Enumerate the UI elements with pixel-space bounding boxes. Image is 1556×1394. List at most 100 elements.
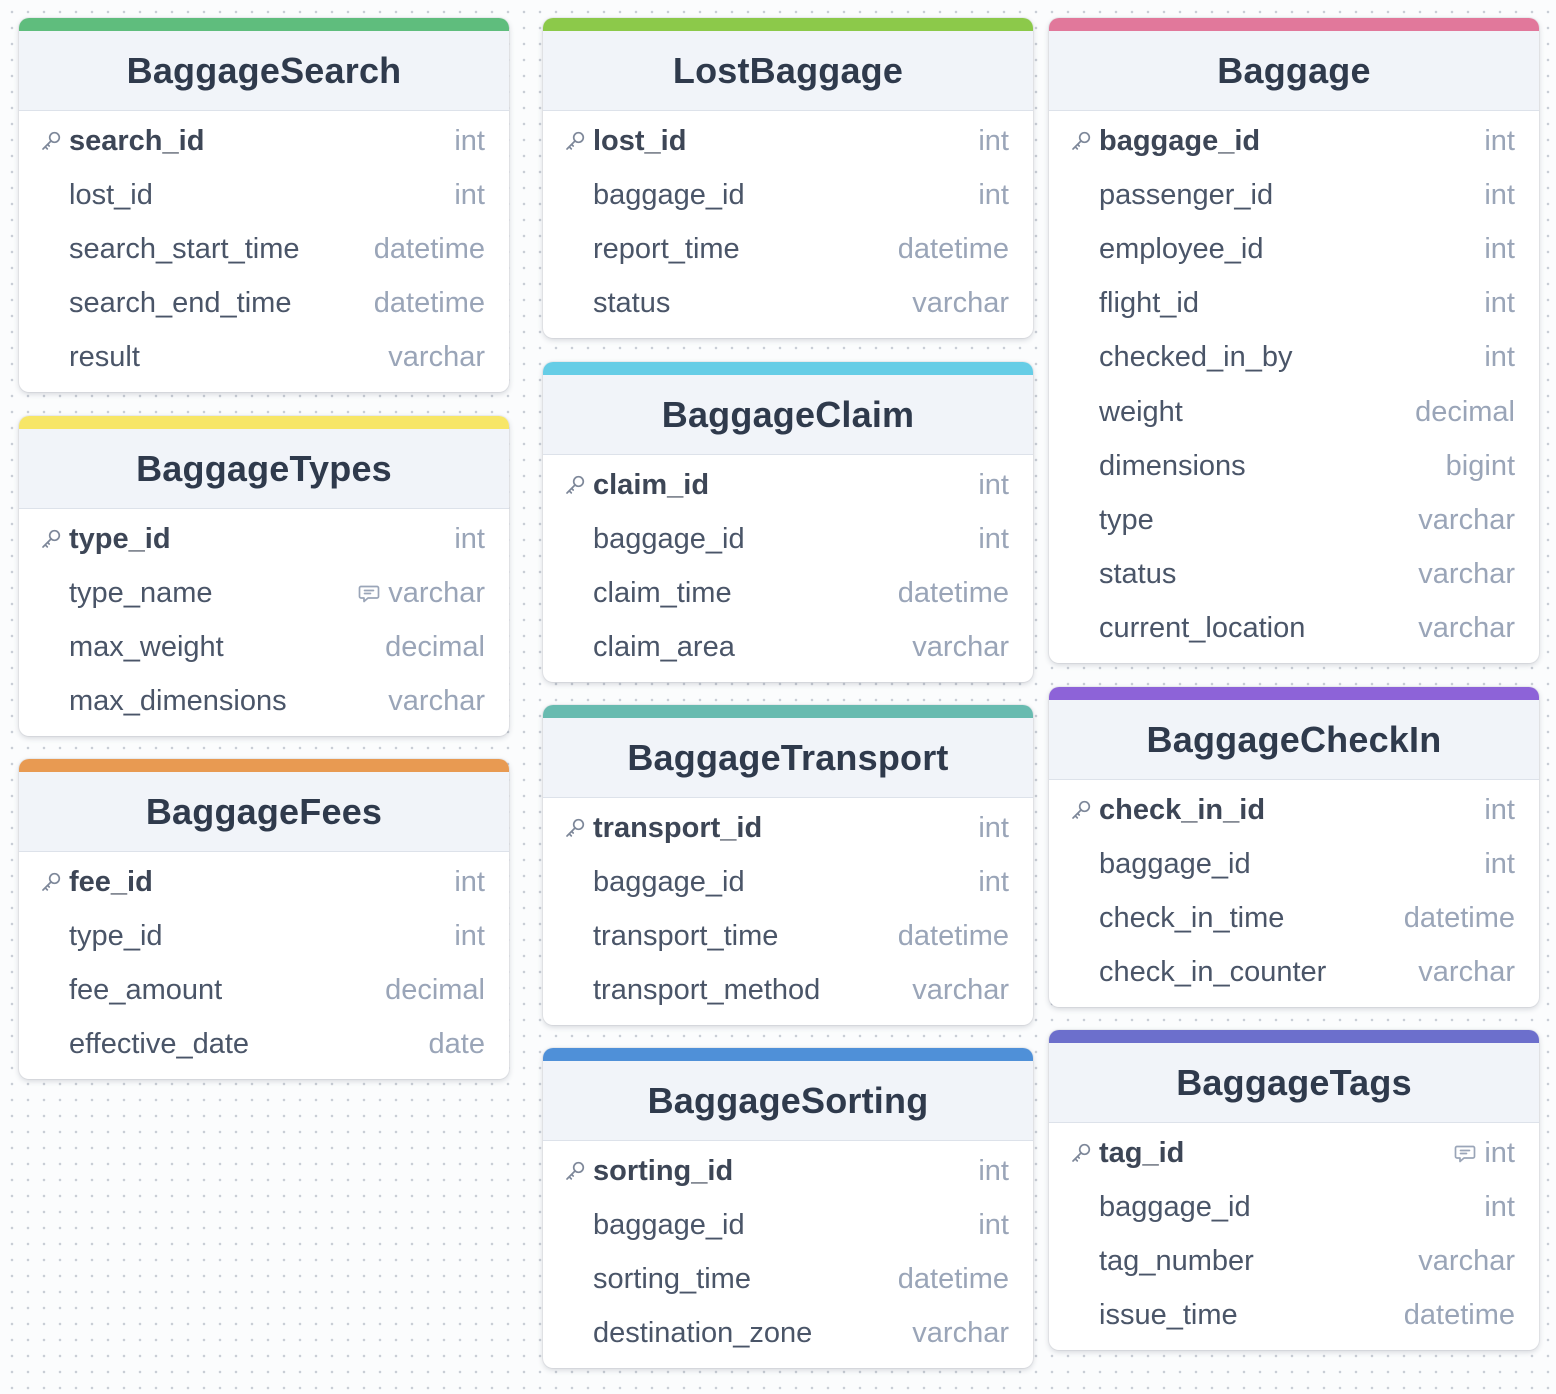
field-type-wrap: int bbox=[1484, 287, 1515, 320]
field-name: fee_id bbox=[69, 865, 153, 898]
field-row-tag-number[interactable]: tag_number varchar bbox=[1049, 1234, 1539, 1288]
table-baggage-search[interactable]: BaggageSearch search_id int lost_id int searc… bbox=[19, 18, 509, 392]
field-type: varchar bbox=[912, 1317, 1009, 1350]
field-row-status[interactable]: status varchar bbox=[543, 277, 1033, 331]
field-type-wrap: varchar bbox=[912, 287, 1009, 320]
field-row-search-end-time[interactable]: search_end_time datetime bbox=[19, 277, 509, 331]
field-type: varchar bbox=[388, 576, 485, 609]
table-header[interactable]: BaggageCheckIn bbox=[1049, 700, 1539, 780]
table-header[interactable]: BaggageTypes bbox=[19, 429, 509, 509]
field-row-baggage-id[interactable]: baggage_id int bbox=[543, 855, 1033, 909]
table-color-bar bbox=[1049, 1030, 1539, 1043]
field-row-fee-amount[interactable]: fee_amount decimal bbox=[19, 963, 509, 1017]
field-row-flight-id[interactable]: flight_id int bbox=[1049, 277, 1539, 331]
field-name: baggage_id bbox=[1099, 847, 1251, 880]
field-row-lost-id[interactable]: lost_id int bbox=[19, 168, 509, 222]
table-header[interactable]: BaggageSorting bbox=[543, 1061, 1033, 1141]
field-row-baggage-id[interactable]: baggage_id int bbox=[1049, 114, 1539, 168]
key-placeholder bbox=[1069, 1246, 1099, 1276]
field-row-current-location[interactable]: current_location varchar bbox=[1049, 602, 1539, 656]
field-type-wrap: int bbox=[978, 469, 1009, 502]
table-title: BaggageFees bbox=[145, 790, 383, 832]
table-baggage-transport[interactable]: BaggageTransport transport_id int baggage_i… bbox=[543, 705, 1033, 1025]
field-row-type-id[interactable]: type_id int bbox=[19, 512, 509, 566]
primary-key-icon bbox=[563, 470, 593, 500]
table-baggage-check-in[interactable]: BaggageCheckIn check_in_id int baggage_id in… bbox=[1049, 687, 1539, 1007]
table-header[interactable]: Baggage bbox=[1049, 31, 1539, 111]
table-baggage-tags[interactable]: BaggageTags tag_id int baggage_id int tag_num… bbox=[1049, 1030, 1539, 1350]
field-type-wrap: bigint bbox=[1446, 450, 1515, 483]
field-list: check_in_id int baggage_id int check_in_time… bbox=[1049, 780, 1539, 1007]
table-baggage-types[interactable]: BaggageTypes type_id int type_name varchar ma… bbox=[19, 416, 509, 736]
field-row-search-start-time[interactable]: search_start_time datetime bbox=[19, 222, 509, 276]
field-row-result[interactable]: result varchar bbox=[19, 331, 509, 385]
field-row-tag-id[interactable]: tag_id int bbox=[1049, 1126, 1539, 1180]
table-baggage-sorting[interactable]: BaggageSorting sorting_id int baggage_id int… bbox=[543, 1048, 1033, 1368]
field-row-claim-id[interactable]: claim_id int bbox=[543, 458, 1033, 512]
field-row-claim-area[interactable]: claim_area varchar bbox=[543, 621, 1033, 675]
field-row-check-in-counter[interactable]: check_in_counter varchar bbox=[1049, 946, 1539, 1000]
field-type-wrap: int bbox=[454, 179, 485, 212]
field-row-max-dimensions[interactable]: max_dimensions varchar bbox=[19, 675, 509, 729]
field-row-baggage-id[interactable]: baggage_id int bbox=[1049, 1180, 1539, 1234]
field-row-baggage-id[interactable]: baggage_id int bbox=[543, 512, 1033, 566]
field-type-wrap: varchar bbox=[1418, 956, 1515, 989]
field-row-type-id[interactable]: type_id int bbox=[19, 909, 509, 963]
table-header[interactable]: BaggageFees bbox=[19, 772, 509, 852]
comment-note-icon[interactable] bbox=[1452, 1140, 1478, 1166]
field-type-wrap: datetime bbox=[1404, 1299, 1515, 1332]
field-row-destination-zone[interactable]: destination_zone varchar bbox=[543, 1307, 1033, 1361]
field-type: int bbox=[1484, 1136, 1515, 1169]
field-row-status[interactable]: status varchar bbox=[1049, 548, 1539, 602]
field-row-issue-time[interactable]: issue_time datetime bbox=[1049, 1289, 1539, 1343]
field-row-search-id[interactable]: search_id int bbox=[19, 114, 509, 168]
field-type: varchar bbox=[912, 631, 1009, 664]
field-row-baggage-id[interactable]: baggage_id int bbox=[543, 168, 1033, 222]
field-row-checked-in-by[interactable]: checked_in_by int bbox=[1049, 331, 1539, 385]
field-type: int bbox=[1484, 232, 1515, 265]
field-row-claim-time[interactable]: claim_time datetime bbox=[543, 566, 1033, 620]
field-row-lost-id[interactable]: lost_id int bbox=[543, 114, 1033, 168]
field-row-check-in-time[interactable]: check_in_time datetime bbox=[1049, 891, 1539, 945]
table-header[interactable]: BaggageTransport bbox=[543, 718, 1033, 798]
table-header[interactable]: BaggageClaim bbox=[543, 375, 1033, 455]
field-type-wrap: datetime bbox=[898, 577, 1009, 610]
field-name: destination_zone bbox=[593, 1317, 813, 1350]
field-row-transport-id[interactable]: transport_id int bbox=[543, 801, 1033, 855]
field-row-baggage-id[interactable]: baggage_id int bbox=[1049, 837, 1539, 891]
field-row-check-in-id[interactable]: check_in_id int bbox=[1049, 783, 1539, 837]
table-baggage-claim[interactable]: BaggageClaim claim_id int baggage_id int clai… bbox=[543, 362, 1033, 682]
table-header[interactable]: LostBaggage bbox=[543, 31, 1033, 111]
field-row-baggage-id[interactable]: baggage_id int bbox=[543, 1198, 1033, 1252]
field-list: fee_id int type_id int fee_amount decimal effe… bbox=[19, 852, 509, 1079]
field-row-passenger-id[interactable]: passenger_id int bbox=[1049, 168, 1539, 222]
field-row-effective-date[interactable]: effective_date date bbox=[19, 1018, 509, 1072]
field-row-transport-method[interactable]: transport_method varchar bbox=[543, 964, 1033, 1018]
field-name: type bbox=[1099, 503, 1154, 536]
table-title: Baggage bbox=[1217, 49, 1371, 91]
field-row-type[interactable]: type varchar bbox=[1049, 493, 1539, 547]
field-row-sorting-id[interactable]: sorting_id int bbox=[543, 1144, 1033, 1198]
field-row-sorting-time[interactable]: sorting_time datetime bbox=[543, 1252, 1033, 1306]
field-row-type-name[interactable]: type_name varchar bbox=[19, 566, 509, 620]
field-row-weight[interactable]: weight decimal bbox=[1049, 385, 1539, 439]
table-color-bar bbox=[543, 18, 1033, 31]
field-row-transport-time[interactable]: transport_time datetime bbox=[543, 909, 1033, 963]
table-header[interactable]: BaggageTags bbox=[1049, 1043, 1539, 1123]
table-lost-baggage[interactable]: LostBaggage lost_id int baggage_id int report… bbox=[543, 18, 1033, 338]
field-type: varchar bbox=[1418, 503, 1515, 536]
comment-note-icon[interactable] bbox=[356, 580, 382, 606]
field-row-report-time[interactable]: report_time datetime bbox=[543, 222, 1033, 276]
table-header[interactable]: BaggageSearch bbox=[19, 31, 509, 111]
field-row-employee-id[interactable]: employee_id int bbox=[1049, 222, 1539, 276]
table-baggage[interactable]: Baggage baggage_id int passenger_id int emplo… bbox=[1049, 18, 1539, 663]
table-baggage-fees[interactable]: BaggageFees fee_id int type_id int fee_amount… bbox=[19, 759, 509, 1079]
field-type: decimal bbox=[385, 973, 485, 1006]
field-list: baggage_id int passenger_id int employee_id i… bbox=[1049, 111, 1539, 663]
key-placeholder bbox=[563, 180, 593, 210]
field-row-fee-id[interactable]: fee_id int bbox=[19, 855, 509, 909]
field-type-wrap: int bbox=[978, 125, 1009, 158]
field-row-dimensions[interactable]: dimensions bigint bbox=[1049, 439, 1539, 493]
field-name: search_start_time bbox=[69, 232, 300, 265]
field-row-max-weight[interactable]: max_weight decimal bbox=[19, 620, 509, 674]
